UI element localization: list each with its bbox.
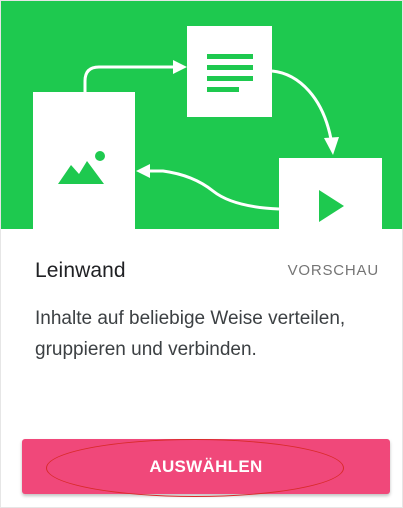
leinwand-card[interactable]: Leinwand VORSCHAU Inhalte auf beliebige … — [0, 0, 403, 508]
image-panel — [33, 92, 135, 229]
card-description: Inhalte auf beliebige Weise verteilen, g… — [35, 308, 346, 360]
card-title: Leinwand — [35, 259, 126, 282]
card-banner-illustration — [1, 1, 402, 229]
select-button-label: AUSWÄHLEN — [149, 456, 263, 476]
preview-badge: VORSCHAU — [287, 262, 379, 279]
play-panel — [279, 158, 382, 229]
card-header: Leinwand VORSCHAU — [35, 259, 379, 289]
select-button[interactable]: AUSWÄHLEN — [22, 439, 390, 494]
document-panel — [187, 26, 272, 117]
